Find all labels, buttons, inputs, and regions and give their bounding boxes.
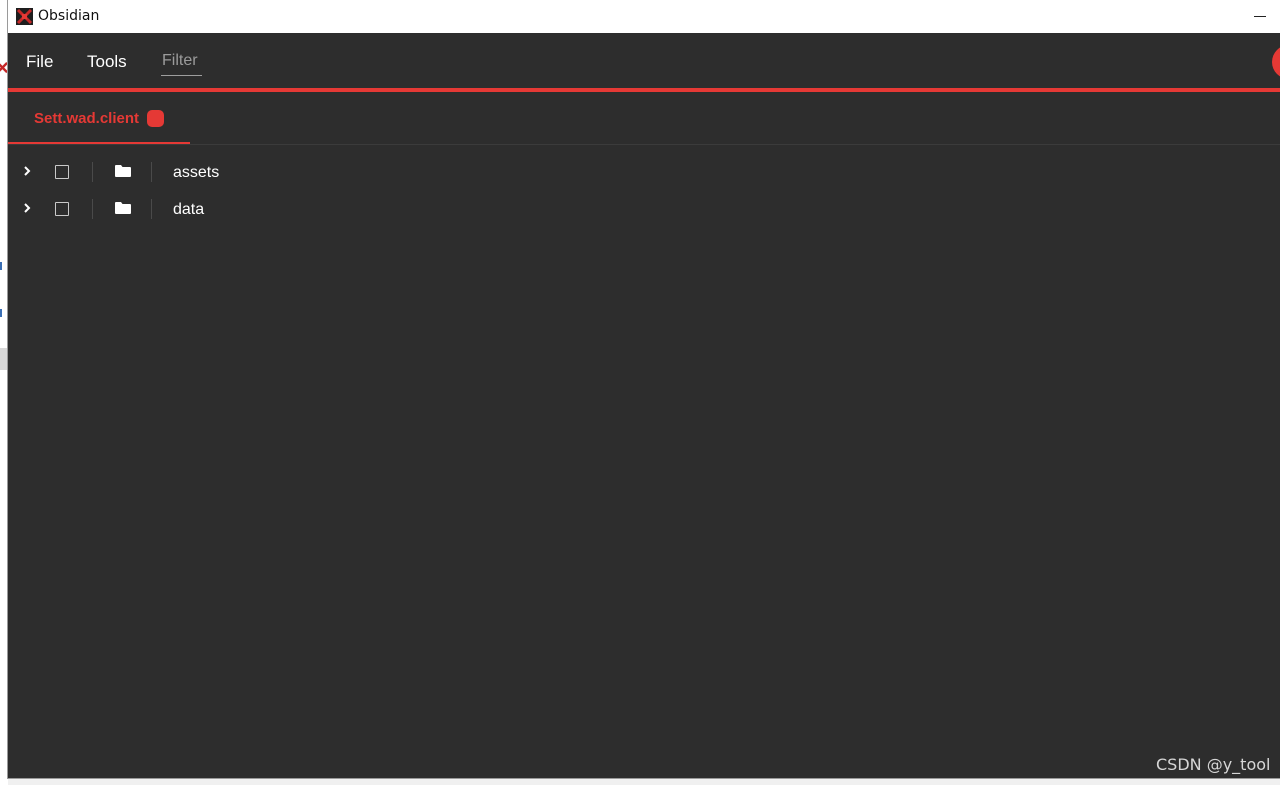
folder-icon: [115, 201, 131, 215]
tab-bar: Sett.wad.client: [8, 92, 1280, 145]
obsidian-logo-icon: [16, 8, 33, 25]
tree-item-name: assets: [173, 164, 220, 181]
chevron-right-icon[interactable]: [20, 164, 34, 178]
row-checkbox[interactable]: [55, 165, 69, 179]
chevron-right-icon[interactable]: [20, 201, 34, 215]
menu-file[interactable]: File: [26, 52, 53, 72]
background-app-edge: ×: [0, 0, 9, 785]
row-checkbox[interactable]: [55, 202, 69, 216]
tab-label: Sett.wad.client: [34, 110, 140, 127]
tree-row[interactable]: assets: [8, 155, 1280, 192]
tab-close-icon[interactable]: [147, 110, 164, 127]
menu-bar: File Tools: [8, 33, 1280, 88]
window-title: Obsidian: [38, 8, 100, 24]
title-bar: Obsidian: [8, 0, 1280, 33]
folder-icon: [115, 164, 131, 178]
column-divider: [151, 199, 152, 219]
app-window: Obsidian File Tools Sett.wad.client asse…: [8, 0, 1280, 778]
column-divider: [92, 199, 93, 219]
minimize-button[interactable]: [1248, 4, 1272, 28]
floating-action-button[interactable]: [1272, 45, 1280, 79]
column-divider: [92, 162, 93, 182]
background-link-mark: [0, 262, 6, 270]
column-divider: [151, 162, 152, 182]
background-link-mark: [0, 309, 6, 317]
tree-row[interactable]: data: [8, 192, 1280, 229]
watermark: CSDN @y_tool: [1156, 755, 1271, 774]
filter-input[interactable]: [161, 49, 202, 76]
background-selection: [0, 348, 8, 370]
file-tree: assets data: [8, 155, 1280, 229]
background-app-mark: ×: [0, 55, 9, 80]
tab-sett-wad-client[interactable]: Sett.wad.client: [8, 92, 190, 144]
menu-tools[interactable]: Tools: [87, 52, 127, 72]
tree-item-name: data: [173, 201, 205, 218]
